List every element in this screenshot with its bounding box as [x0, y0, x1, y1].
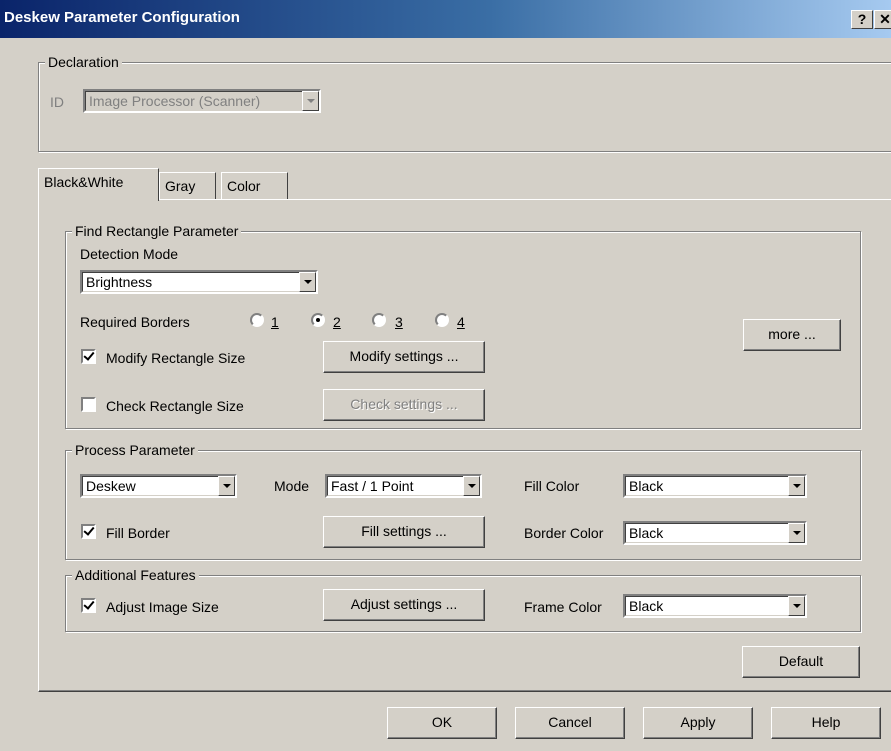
process-select-value: Deskew [86, 478, 136, 494]
mode-label: Mode [274, 478, 310, 494]
chevron-down-icon[interactable] [218, 476, 235, 496]
chevron-down-icon [302, 91, 319, 111]
find-rectangle-legend: Find Rectangle Parameter [72, 222, 242, 240]
fill-border-checkbox[interactable] [81, 524, 96, 539]
title-bar: Deskew Parameter Configuration ? ✕ [0, 0, 891, 38]
apply-button[interactable]: Apply [643, 707, 753, 739]
frame-color-value: Black [629, 598, 664, 614]
fill-settings-button[interactable]: Fill settings ... [323, 516, 485, 548]
mode-select[interactable]: Fast / 1 Point [325, 474, 482, 498]
detection-mode-value: Brightness [86, 274, 153, 290]
adjust-image-checkbox[interactable] [81, 598, 96, 613]
check-rectangle-label: Check Rectangle Size [106, 398, 244, 414]
process-parameter-legend: Process Parameter [72, 441, 198, 459]
frame-color-select[interactable]: Black [623, 594, 807, 618]
border-radio-2-label: 2 [333, 314, 341, 330]
check-rectangle-checkbox[interactable] [81, 397, 96, 412]
detection-mode-select[interactable]: Brightness [80, 270, 318, 294]
additional-features-legend: Additional Features [72, 566, 199, 584]
border-radio-2[interactable] [311, 313, 325, 327]
chevron-down-icon[interactable] [788, 476, 805, 496]
default-button[interactable]: Default [742, 646, 860, 678]
border-radio-4[interactable] [435, 313, 449, 327]
process-select[interactable]: Deskew [80, 474, 237, 498]
required-borders-label: Required Borders [80, 314, 190, 330]
border-color-value: Black [629, 525, 664, 541]
help-icon[interactable]: ? [851, 10, 873, 29]
border-radio-3-label: 3 [395, 314, 403, 330]
mode-select-value: Fast / 1 Point [331, 478, 414, 494]
detection-mode-label: Detection Mode [80, 246, 179, 262]
check-settings-button: Check settings ... [323, 389, 485, 421]
fill-color-value: Black [629, 478, 664, 494]
window-title: Deskew Parameter Configuration [4, 9, 240, 26]
modify-settings-button[interactable]: Modify settings ... [323, 341, 485, 373]
cancel-button[interactable]: Cancel [515, 707, 625, 739]
frame-color-label: Frame Color [524, 599, 602, 615]
chevron-down-icon[interactable] [463, 476, 480, 496]
tab-black-white[interactable]: Black&White [38, 168, 159, 201]
chevron-down-icon[interactable] [788, 523, 805, 543]
chevron-down-icon[interactable] [788, 596, 805, 616]
border-radio-1-label: 1 [271, 314, 279, 330]
border-color-select[interactable]: Black [623, 521, 807, 545]
tab-color[interactable]: Color [221, 172, 288, 200]
adjust-image-label: Adjust Image Size [106, 599, 219, 615]
id-select: Image Processor (Scanner) [83, 89, 321, 113]
modify-rectangle-checkbox[interactable] [81, 349, 96, 364]
border-radio-4-label: 4 [457, 314, 465, 330]
id-label: ID [50, 94, 64, 110]
fill-color-select[interactable]: Black [623, 474, 807, 498]
more-button[interactable]: more ... [743, 319, 841, 351]
help-button[interactable]: Help [771, 707, 881, 739]
border-radio-1[interactable] [250, 313, 264, 327]
fill-color-label: Fill Color [524, 478, 580, 494]
fill-border-label: Fill Border [106, 525, 170, 541]
id-select-value: Image Processor (Scanner) [89, 93, 261, 109]
adjust-settings-button[interactable]: Adjust settings ... [323, 589, 485, 621]
declaration-legend: Declaration [45, 53, 122, 71]
ok-button[interactable]: OK [387, 707, 497, 739]
modify-rectangle-label: Modify Rectangle Size [106, 350, 246, 366]
border-radio-3[interactable] [372, 313, 386, 327]
tab-gray[interactable]: Gray [159, 172, 216, 200]
border-color-label: Border Color [524, 525, 604, 541]
close-icon[interactable]: ✕ [874, 10, 891, 29]
chevron-down-icon[interactable] [299, 272, 316, 292]
